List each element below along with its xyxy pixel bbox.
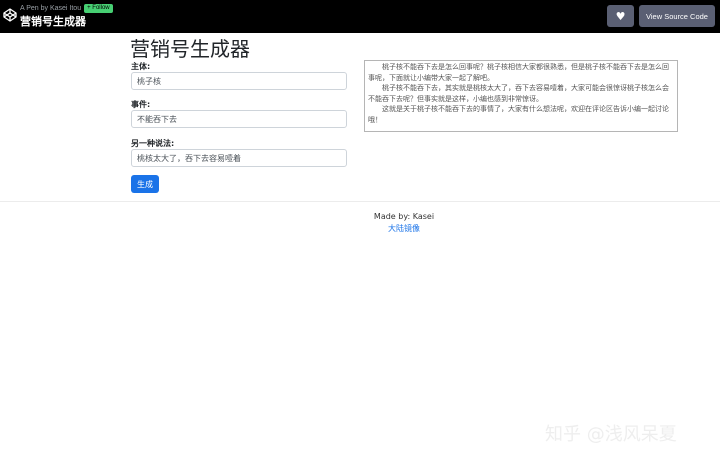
output-paragraph: 桃子核不能吞下去，其实就是桃核太大了，吞下去容易噎着，大家可能会很惊讶桃子核怎么… bbox=[368, 84, 669, 103]
output-paragraph: 桃子核不能吞下去是怎么回事呢？桃子核相信大家都很熟悉，但是桃子核不能吞下去是怎么… bbox=[368, 63, 669, 82]
pen-title: 营销号生成器 bbox=[20, 15, 86, 28]
made-by-text: Made by: Kasei bbox=[373, 212, 435, 221]
zhihu-watermark: 知乎 @浅风呆夏 bbox=[545, 424, 677, 445]
alt-phrase-input[interactable] bbox=[131, 149, 347, 167]
codepen-logo-icon[interactable] bbox=[3, 8, 17, 22]
heart-button[interactable]: ♥ bbox=[607, 5, 634, 27]
pen-author-line: A Pen by Kasei Itou + Follow bbox=[20, 4, 113, 13]
mirror-link[interactable]: 大陆镜像 bbox=[0, 223, 720, 234]
output-paragraph: 这就是关于桃子核不能吞下去的事情了，大家有什么想法呢，欢迎在评论区告诉小编一起讨… bbox=[368, 105, 669, 124]
heart-icon: ♥ bbox=[615, 9, 626, 23]
follow-button[interactable]: + Follow bbox=[84, 4, 113, 13]
generate-button[interactable]: 生成 bbox=[131, 175, 159, 193]
event-input[interactable] bbox=[131, 110, 347, 128]
divider bbox=[0, 201, 720, 202]
pen-author[interactable]: A Pen by Kasei Itou bbox=[20, 5, 81, 12]
codepen-topbar: A Pen by Kasei Itou + Follow 营销号生成器 ♥ Vie… bbox=[0, 0, 720, 33]
subject-input[interactable] bbox=[131, 72, 347, 90]
subject-label: 主体: bbox=[131, 62, 151, 71]
alt-phrase-label: 另一种说法: bbox=[131, 139, 175, 148]
event-label: 事件: bbox=[131, 100, 151, 109]
output-textarea[interactable]: 桃子核不能吞下去是怎么回事呢？桃子核相信大家都很熟悉，但是桃子核不能吞下去是怎么… bbox=[364, 60, 678, 132]
view-source-button[interactable]: View Source Code bbox=[639, 5, 715, 27]
page-title: 营销号生成器 bbox=[130, 37, 250, 61]
